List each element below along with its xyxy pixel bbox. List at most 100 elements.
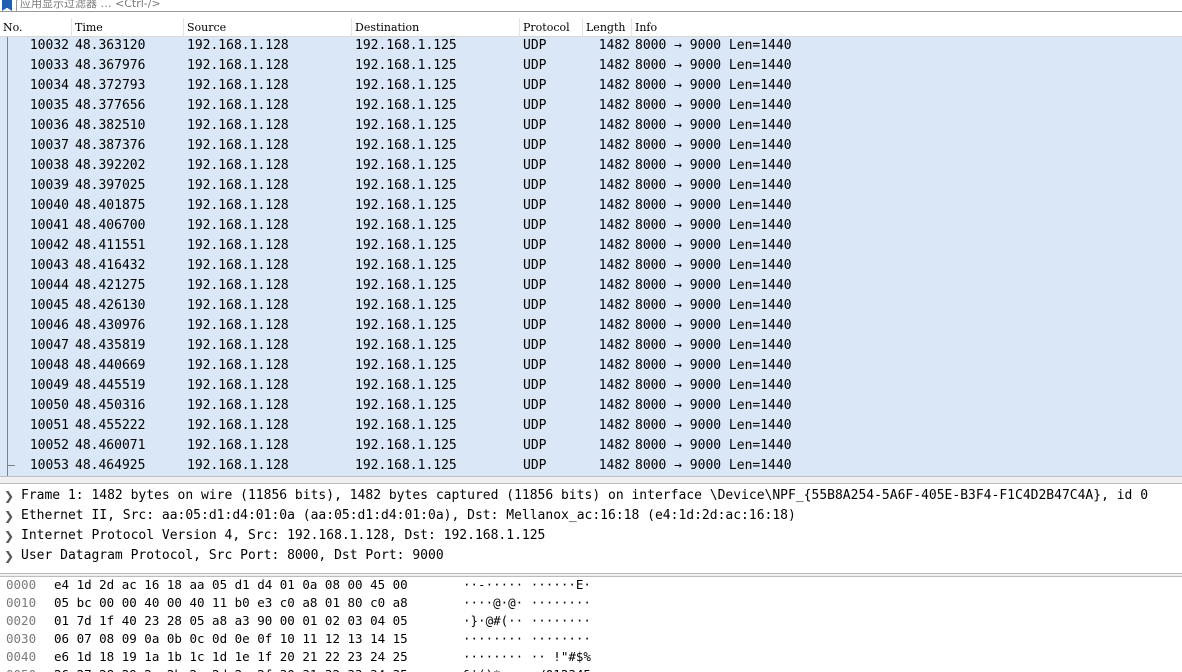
packet-row[interactable]: 10034 48.372793 192.168.1.128 192.168.1.125… [0,76,1182,96]
packet-row[interactable]: 10053 48.464925 192.168.1.128 192.168.1.125… [0,456,1182,476]
packet-source: 192.168.1.128 [187,198,289,213]
detail-tree-item[interactable]: ❯ Ethernet II, Src: aa:05:d1:d4:01:0a (aa… [0,506,1182,526]
hex-offset[interactable]: 0020 [6,612,36,630]
hex-ascii[interactable]: ·}·@#(·· ········ [463,612,591,630]
packet-row[interactable]: 10046 48.430976 192.168.1.128 192.168.1.125… [0,316,1182,336]
packet-destination: 192.168.1.125 [355,458,457,473]
packet-row[interactable]: 10044 48.421275 192.168.1.128 192.168.1.125… [0,276,1182,296]
detail-tree-label: User Datagram Protocol, Src Port: 8000, … [21,548,444,563]
packet-row[interactable]: 10043 48.416432 192.168.1.128 192.168.1.125… [0,256,1182,276]
hex-bytes[interactable]: e4 1d 2d ac 16 18 aa 05 d1 d4 01 0a 08 0… [54,577,408,594]
chevron-right-icon[interactable]: ❯ [4,486,14,506]
hex-ascii[interactable]: ····@·@· ········ [463,594,591,612]
hex-bytes[interactable]: e6 1d 18 19 1a 1b 1c 1d 1e 1f 20 21 22 2… [54,648,408,666]
packet-info: 8000 → 9000 Len=1440 [635,318,792,333]
packet-row[interactable]: 10048 48.440669 192.168.1.128 192.168.1.125… [0,356,1182,376]
packet-row[interactable]: 10039 48.397025 192.168.1.128 192.168.1.125… [0,176,1182,196]
detail-tree-item[interactable]: ❯ User Datagram Protocol, Src Port: 8000,… [0,546,1182,566]
hex-ascii[interactable]: ··-····· ······E· [463,577,591,594]
packet-number: 10037 [29,138,69,153]
packet-number: 10032 [29,38,69,53]
chevron-right-icon[interactable]: ❯ [4,526,14,546]
hex-dump-row: 0050 26 27 28 29 2a 2b 2c 2d 2e 2f 30 31 … [0,666,1182,672]
packet-bytes-pane[interactable]: 0000 e4 1d 2d ac 16 18 aa 05 d1 d4 01 0a … [0,577,1182,672]
packet-row[interactable]: 10033 48.367976 192.168.1.128 192.168.1.125… [0,56,1182,76]
hex-offset[interactable]: 0050 [6,666,36,672]
packet-number: 10042 [29,238,69,253]
packet-info: 8000 → 9000 Len=1440 [635,118,792,133]
packet-protocol: UDP [523,458,547,473]
packet-row[interactable]: 10050 48.450316 192.168.1.128 192.168.1.125… [0,396,1182,416]
bookmark-icon[interactable] [2,0,12,11]
packet-details-pane[interactable]: ❯ Frame 1: 1482 bytes on wire (11856 bits… [0,485,1182,573]
hex-bytes[interactable]: 05 bc 00 00 40 00 40 11 b0 e3 c0 a8 01 8… [54,594,408,612]
hex-offset[interactable]: 0030 [6,630,36,648]
column-header-time[interactable]: Time [72,18,184,37]
column-header-destination[interactable]: Destination [352,18,520,37]
hex-ascii[interactable]: ········ ········ [463,630,591,648]
packet-protocol: UDP [523,118,547,133]
hex-bytes[interactable]: 01 7d 1f 40 23 28 05 a8 a3 90 00 01 02 0… [54,612,408,630]
column-header-info[interactable]: Info [632,18,1182,37]
packet-time: 48.421275 [75,278,146,293]
column-header-length[interactable]: Length [583,18,632,37]
packet-destination: 192.168.1.125 [355,118,457,133]
packet-protocol: UDP [523,198,547,213]
packet-protocol: UDP [523,378,547,393]
packet-row[interactable]: 10040 48.401875 192.168.1.128 192.168.1.125… [0,196,1182,216]
packet-destination: 192.168.1.125 [355,318,457,333]
packet-source: 192.168.1.128 [187,138,289,153]
packet-length: 1482 [598,418,630,433]
packet-row[interactable]: 10036 48.382510 192.168.1.128 192.168.1.125… [0,116,1182,136]
packet-protocol: UDP [523,298,547,313]
hex-ascii[interactable]: &'()*+,- ./012345 [463,666,591,672]
packet-row[interactable]: 10045 48.426130 192.168.1.128 192.168.1.125… [0,296,1182,316]
hex-bytes[interactable]: 06 07 08 09 0a 0b 0c 0d 0e 0f 10 11 12 1… [54,630,408,648]
packet-protocol: UDP [523,418,547,433]
hex-bytes[interactable]: 26 27 28 29 2a 2b 2c 2d 2e 2f 30 31 32 3… [54,666,408,672]
chevron-right-icon[interactable]: ❯ [4,506,14,526]
packet-time: 48.445519 [75,378,146,393]
packet-info: 8000 → 9000 Len=1440 [635,458,792,473]
packet-protocol: UDP [523,78,547,93]
packet-row[interactable]: 10042 48.411551 192.168.1.128 192.168.1.125… [0,236,1182,256]
packet-number: 10047 [29,338,69,353]
hex-offset[interactable]: 0040 [6,648,36,666]
packet-destination: 192.168.1.125 [355,418,457,433]
packet-row[interactable]: 10041 48.406700 192.168.1.128 192.168.1.125… [0,216,1182,236]
packet-protocol: UDP [523,178,547,193]
packet-length: 1482 [598,358,630,373]
packet-destination: 192.168.1.125 [355,358,457,373]
packet-row[interactable]: 10037 48.387376 192.168.1.128 192.168.1.125… [0,136,1182,156]
packet-row[interactable]: 10047 48.435819 192.168.1.128 192.168.1.125… [0,336,1182,356]
packet-protocol: UDP [523,338,547,353]
packet-length: 1482 [598,238,630,253]
packet-row[interactable]: 10049 48.445519 192.168.1.128 192.168.1.125… [0,376,1182,396]
packet-number: 10038 [29,158,69,173]
hex-ascii[interactable]: ········ ·· !"#$% [463,648,591,666]
packet-length: 1482 [598,158,630,173]
hex-offset[interactable]: 0010 [6,594,36,612]
column-header-source[interactable]: Source [184,18,352,37]
chevron-right-icon[interactable]: ❯ [4,546,14,566]
packet-row[interactable]: 10051 48.455222 192.168.1.128 192.168.1.125… [0,416,1182,436]
pane-splitter[interactable] [0,476,1182,484]
packet-time: 48.430976 [75,318,146,333]
detail-tree-item[interactable]: ❯ Frame 1: 1482 bytes on wire (11856 bits… [0,486,1182,506]
packet-row[interactable]: 10052 48.460071 192.168.1.128 192.168.1.125… [0,436,1182,456]
packet-destination: 192.168.1.125 [355,338,457,353]
hex-offset[interactable]: 0000 [6,577,36,594]
detail-tree-item[interactable]: ❯ Internet Protocol Version 4, Src: 192.1… [0,526,1182,546]
packet-info: 8000 → 9000 Len=1440 [635,418,792,433]
packet-destination: 192.168.1.125 [355,158,457,173]
column-header-protocol[interactable]: Protocol [520,18,583,37]
display-filter-input[interactable]: 应用显示过滤器 … <Ctrl-/> [16,0,161,11]
packet-row[interactable]: 10032 48.363120 192.168.1.128 192.168.1.125… [0,37,1182,56]
packet-source: 192.168.1.128 [187,378,289,393]
packet-row[interactable]: 10035 48.377656 192.168.1.128 192.168.1.125… [0,96,1182,116]
packet-destination: 192.168.1.125 [355,218,457,233]
column-header-no[interactable]: No. [0,18,72,37]
packet-row[interactable]: 10038 48.392202 192.168.1.128 192.168.1.125… [0,156,1182,176]
packet-info: 8000 → 9000 Len=1440 [635,358,792,373]
packet-list[interactable]: 10053 48.464925 192.168.1.128 192.168.1.125… [0,37,1182,476]
